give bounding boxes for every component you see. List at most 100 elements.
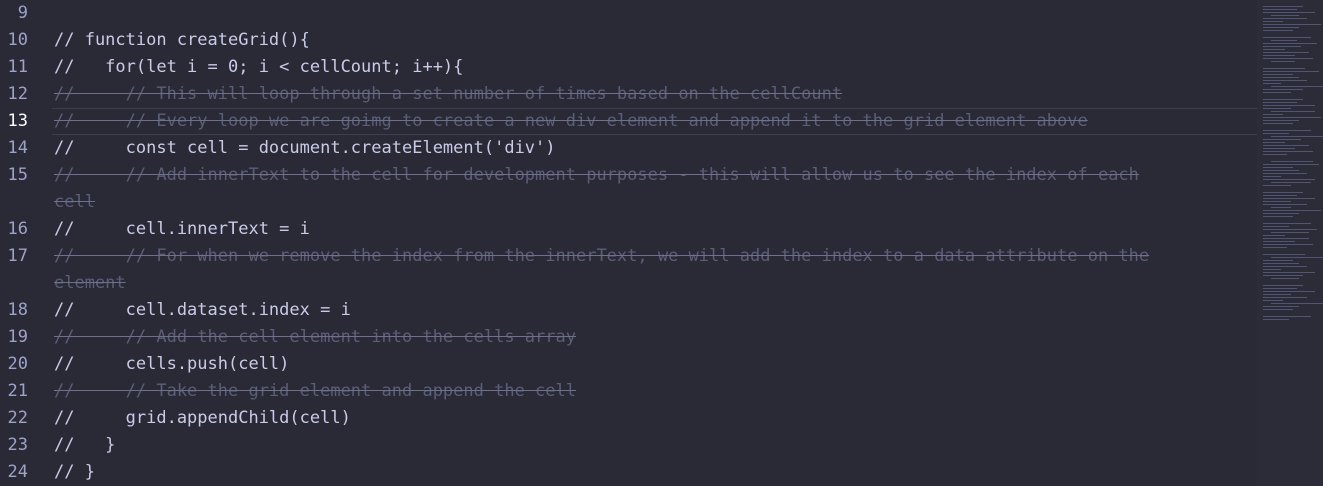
- minimap-stroke: [1263, 176, 1281, 177]
- line-number: 9: [17, 3, 28, 23]
- minimap-stroke: [1263, 130, 1311, 131]
- minimap-stroke: [1263, 269, 1281, 270]
- code-line[interactable]: 22 // grid.appendChild(cell): [0, 405, 1258, 432]
- code-line[interactable]: 12 // // This will loop through a set num…: [0, 81, 1258, 108]
- code-line[interactable]: 14 // const cell = document.createElement…: [0, 135, 1258, 162]
- minimap-stroke: [1263, 213, 1299, 214]
- minimap-stroke: [1263, 151, 1313, 152]
- line-text: // cell.innerText = i: [54, 219, 310, 239]
- minimap-stroke: [1263, 102, 1297, 103]
- code-line[interactable]: 18 // cell.dataset.index = i: [0, 297, 1258, 324]
- code-line[interactable]: 11 // for(let i = 0; i < cellCount; i++){: [0, 54, 1258, 81]
- code-line[interactable]: 10 // function createGrid(){: [0, 27, 1258, 54]
- code-line[interactable]: 16 // cell.innerText = i: [0, 216, 1258, 243]
- minimap-stroke: [1263, 192, 1303, 193]
- minimap-stroke: [1263, 226, 1289, 227]
- line-number: 11: [7, 57, 28, 77]
- minimap-stroke: [1271, 61, 1295, 62]
- minimap-stroke: [1263, 210, 1321, 211]
- minimap-stroke: [1271, 278, 1299, 279]
- code-area[interactable]: 9 10 // function createGrid(){11 // for(let…: [0, 0, 1258, 486]
- minimap-stroke: [1271, 136, 1323, 137]
- minimap-stroke: [1263, 148, 1295, 149]
- minimap-stroke: [1263, 108, 1291, 109]
- minimap-stroke: [1263, 154, 1287, 155]
- minimap-stroke: [1263, 145, 1309, 146]
- minimap-stroke: [1263, 285, 1303, 286]
- line-text: // // Add the cell element into the cell…: [54, 327, 576, 347]
- minimap-stroke: [1271, 257, 1323, 258]
- minimap-stroke: [1263, 241, 1295, 242]
- minimap-stroke: [1263, 71, 1319, 72]
- code-line[interactable]: 19 // // Add the cell element into the ce…: [0, 324, 1258, 351]
- minimap-stroke: [1263, 99, 1303, 100]
- line-text: // }: [54, 435, 116, 455]
- minimap-stroke: [1263, 9, 1297, 10]
- minimap-stroke: [1263, 30, 1293, 31]
- code-line[interactable]: 15 // // Add innerText to the cell for de…: [0, 162, 1258, 216]
- minimap-stroke: [1263, 173, 1307, 174]
- minimap-stroke: [1263, 254, 1305, 255]
- line-number: 10: [7, 30, 28, 50]
- minimap-stroke: [1263, 142, 1285, 143]
- minimap-stroke: [1263, 46, 1301, 47]
- minimap-stroke: [1263, 49, 1285, 50]
- minimap-stroke: [1263, 238, 1309, 239]
- minimap-stroke: [1263, 83, 1281, 84]
- line-text: // }: [54, 462, 95, 482]
- minimap-stroke: [1263, 117, 1321, 118]
- minimap-stroke: [1263, 223, 1311, 224]
- code-editor[interactable]: 9 10 // function createGrid(){11 // for(let…: [0, 0, 1323, 486]
- line-text: // grid.appendChild(cell): [54, 408, 351, 428]
- minimap[interactable]: [1257, 0, 1323, 486]
- minimap-stroke: [1263, 105, 1315, 106]
- minimap-stroke: [1271, 182, 1311, 183]
- minimap-stroke: [1263, 80, 1307, 81]
- minimap-stroke: [1263, 244, 1313, 245]
- minimap-stroke: [1263, 164, 1319, 165]
- minimap-stroke: [1263, 229, 1317, 230]
- minimap-stroke: [1263, 92, 1291, 93]
- minimap-stroke: [1263, 309, 1293, 310]
- minimap-stroke: [1263, 300, 1283, 301]
- code-line[interactable]: 24 // }: [0, 459, 1258, 486]
- minimap-stroke: [1263, 133, 1289, 134]
- code-line[interactable]: 20 // cells.push(cell): [0, 351, 1258, 378]
- line-number: 20: [7, 354, 28, 374]
- minimap-stroke: [1263, 201, 1291, 202]
- minimap-stroke: [1263, 288, 1297, 289]
- minimap-stroke: [1263, 123, 1293, 124]
- minimap-stroke: [1263, 77, 1299, 78]
- minimap-stroke: [1263, 43, 1317, 44]
- minimap-stroke: [1263, 179, 1315, 180]
- code-line[interactable]: 21 // // Take the grid element and append…: [0, 378, 1258, 405]
- line-text: // // Take the grid element and append t…: [54, 381, 576, 401]
- minimap-stroke: [1263, 18, 1307, 19]
- minimap-stroke: [1271, 161, 1313, 162]
- line-number: 21: [7, 381, 28, 401]
- minimap-stroke: [1263, 139, 1301, 140]
- minimap-stroke: [1263, 55, 1295, 56]
- line-number: 14: [7, 138, 28, 158]
- minimap-stroke: [1271, 15, 1299, 16]
- code-line[interactable]: 13 // // Every loop we are goimg to creat…: [0, 108, 1258, 135]
- minimap-stroke: [1263, 216, 1293, 217]
- minimap-stroke: [1263, 297, 1307, 298]
- code-line[interactable]: 17 // // For when we remove the index fro…: [0, 243, 1258, 297]
- line-number: 15: [7, 165, 28, 185]
- minimap-stroke: [1263, 275, 1303, 276]
- code-line[interactable]: 9: [0, 0, 1258, 27]
- minimap-stroke: [1263, 204, 1307, 205]
- code-line[interactable]: 23 // }: [0, 432, 1258, 459]
- minimap-stroke: [1263, 263, 1299, 264]
- minimap-stroke: [1263, 185, 1291, 186]
- minimap-stroke: [1271, 40, 1297, 41]
- minimap-stroke: [1263, 24, 1321, 25]
- minimap-stroke: [1263, 195, 1297, 196]
- minimap-stroke: [1263, 58, 1313, 59]
- line-text: // cells.push(cell): [54, 354, 290, 374]
- minimap-stroke: [1263, 170, 1299, 171]
- minimap-stroke: [1271, 86, 1323, 87]
- minimap-stroke: [1263, 37, 1311, 38]
- line-text: // // This will loop through a set numbe…: [54, 84, 843, 104]
